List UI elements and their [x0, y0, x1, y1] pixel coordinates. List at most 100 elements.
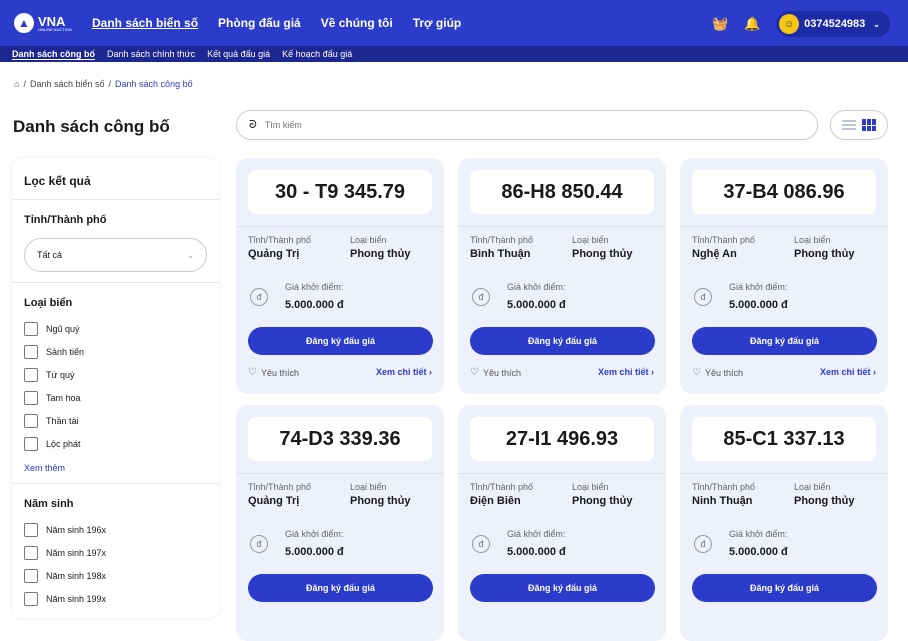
user-menu[interactable]: ☺ 0374524983 ⌄	[776, 11, 890, 37]
favorite-button[interactable]: ♡ Yêu thích	[248, 367, 299, 378]
checkbox[interactable]	[24, 390, 38, 405]
start-price-label: Giá khởi điểm:	[507, 282, 566, 292]
top-navbar: ▲ VNA ONLINE AUCTION Danh sách biển số P…	[0, 0, 908, 46]
basket-icon[interactable]: 🧺	[712, 16, 728, 32]
checkbox-label: Sảnh tiến	[46, 346, 85, 357]
province-value: Quảng Trị	[248, 248, 300, 260]
register-auction-button[interactable]: Đăng ký đấu giá	[692, 327, 877, 355]
checkbox-label: Tam hoa	[46, 392, 81, 403]
plate-type-value: Phong thủy	[794, 248, 855, 260]
tab-auction-plan[interactable]: Kế hoạch đấu giá	[282, 49, 352, 59]
province-label: Tỉnh/Thành phố	[248, 482, 312, 492]
checkbox-label: Năm sinh 199x	[46, 593, 107, 604]
checkbox-item[interactable]: Tứ quý	[24, 363, 207, 386]
checkbox[interactable]	[24, 436, 38, 451]
view-detail-link[interactable]: Xem chi tiết ›	[598, 367, 654, 377]
checkbox-item[interactable]: Năm sinh 198x	[24, 564, 207, 587]
plate-type-label: Loại biển	[572, 235, 609, 245]
start-price-value: 5.000.000 đ	[507, 299, 566, 311]
checkbox[interactable]	[24, 413, 38, 428]
province-label: Tỉnh/Thành phố	[248, 235, 312, 245]
grid-view-icon[interactable]	[862, 119, 876, 131]
province-value: Quảng Trị	[248, 495, 300, 507]
checkbox[interactable]	[24, 367, 38, 382]
plate-type-value: Phong thủy	[572, 248, 633, 260]
plate-type-label: Loại biển	[572, 482, 609, 492]
checkbox-item[interactable]: Thần tài	[24, 409, 207, 432]
main-nav: Danh sách biển số Phòng đấu giá Về chúng…	[92, 16, 481, 30]
dong-icon: đ	[694, 288, 712, 306]
nav-about[interactable]: Về chúng tôi	[321, 16, 393, 30]
checkbox[interactable]	[24, 591, 38, 606]
checkbox-item[interactable]: Sảnh tiến	[24, 340, 207, 363]
nav-plate-list[interactable]: Danh sách biển số	[92, 16, 198, 30]
register-auction-button[interactable]: Đăng ký đấu giá	[470, 327, 655, 355]
province-value: Nghệ An	[692, 248, 737, 260]
start-price-label: Giá khởi điểm:	[507, 529, 566, 539]
search-bar[interactable]: ᘐ	[236, 110, 818, 140]
checkbox-label: Năm sinh 196x	[46, 524, 107, 535]
checkbox-item[interactable]: Năm sinh 197x	[24, 541, 207, 564]
start-price-label: Giá khởi điểm:	[729, 282, 788, 292]
nav-auction-room[interactable]: Phòng đấu giá	[218, 16, 301, 30]
divider	[458, 473, 666, 474]
home-icon[interactable]: ⌂	[14, 79, 19, 89]
breadcrumb-plate-list[interactable]: Danh sách biển số	[30, 79, 105, 89]
view-detail-link[interactable]: Xem chi tiết ›	[820, 367, 876, 377]
plate-type-value: Phong thủy	[572, 495, 633, 507]
start-price-label: Giá khởi điểm:	[285, 282, 344, 292]
view-detail-link[interactable]: Xem chi tiết ›	[376, 367, 432, 377]
tab-published-list[interactable]: Danh sách công bố	[12, 49, 96, 60]
heart-icon: ♡	[470, 367, 479, 378]
search-input[interactable]	[264, 120, 765, 130]
plate-type-value: Phong thủy	[794, 495, 855, 507]
see-more-link[interactable]: Xem thêm	[24, 463, 207, 473]
plate-type-label: Loại biển	[794, 235, 831, 245]
checkbox-item[interactable]: Lộc phát	[24, 432, 207, 455]
divider	[458, 226, 666, 227]
tab-official-list[interactable]: Danh sách chính thức	[107, 49, 195, 59]
checkbox[interactable]	[24, 545, 38, 560]
list-view-icon[interactable]	[842, 120, 856, 130]
start-price-value: 5.000.000 đ	[729, 546, 788, 558]
province-value: Điện Biên	[470, 495, 521, 507]
favorite-button[interactable]: ♡ Yêu thích	[692, 367, 743, 378]
register-auction-button[interactable]: Đăng ký đấu giá	[248, 327, 433, 355]
chevron-down-icon: ⌄	[187, 250, 194, 260]
logo[interactable]: ▲ VNA ONLINE AUCTION	[14, 13, 86, 33]
plate-card: 86-H8 850.44 Tỉnh/Thành phố Bình Thuận Lo…	[458, 158, 666, 394]
logo-icon: ▲	[14, 13, 34, 33]
plate-card: 37-B4 086.96 Tỉnh/Thành phố Nghệ An Loại …	[680, 158, 888, 394]
checkbox-item[interactable]: Ngũ quý	[24, 317, 207, 340]
checkbox[interactable]	[24, 568, 38, 583]
register-auction-button[interactable]: Đăng ký đấu giá	[692, 574, 877, 602]
checkbox-label: Năm sinh 198x	[46, 570, 107, 581]
checkbox[interactable]	[24, 522, 38, 537]
checkbox[interactable]	[24, 344, 38, 359]
dong-icon: đ	[250, 535, 268, 553]
plate-type-value: Phong thủy	[350, 495, 411, 507]
divider	[236, 473, 444, 474]
province-label: Tỉnh/Thành phố	[692, 235, 756, 245]
checkbox-item[interactable]: Tam hoa	[24, 386, 207, 409]
bell-icon[interactable]: 🔔	[744, 16, 760, 32]
register-auction-button[interactable]: Đăng ký đấu giá	[470, 574, 655, 602]
checkbox-item[interactable]: Năm sinh 196x	[24, 518, 207, 541]
dong-icon: đ	[472, 288, 490, 306]
nav-help[interactable]: Trợ giúp	[413, 16, 462, 30]
tab-auction-results[interactable]: Kết quả đấu giá	[207, 49, 270, 59]
divider	[12, 483, 219, 484]
checkbox[interactable]	[24, 321, 38, 336]
checkbox-label: Thần tài	[46, 415, 79, 426]
logo-subtext: ONLINE AUCTION	[38, 26, 72, 32]
province-select[interactable]: Tất cả ⌄	[24, 238, 207, 272]
checkbox-item[interactable]: Năm sinh 199x	[24, 587, 207, 610]
plate-number: 86-H8 850.44	[470, 170, 654, 214]
chevron-down-icon: ⌄	[873, 19, 880, 29]
start-price-value: 5.000.000 đ	[285, 546, 344, 558]
register-auction-button[interactable]: Đăng ký đấu giá	[248, 574, 433, 602]
favorite-label: Yêu thích	[704, 367, 743, 378]
favorite-button[interactable]: ♡ Yêu thích	[470, 367, 521, 378]
province-label: Tỉnh/Thành phố	[470, 482, 534, 492]
start-price-value: 5.000.000 đ	[507, 546, 566, 558]
